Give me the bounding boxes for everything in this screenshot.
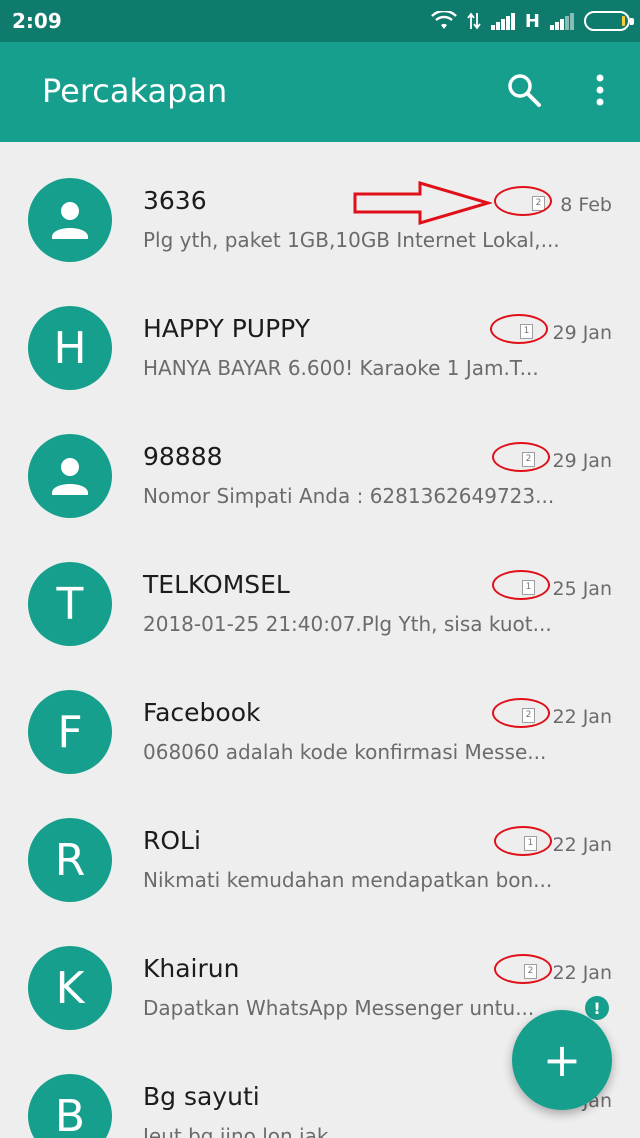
conversation-item[interactable]: H HAPPY PUPPY HANYA BAYAR 6.600! Karaoke… — [0, 270, 640, 398]
annotation-circle — [494, 954, 552, 984]
annotation-circle — [492, 442, 550, 472]
person-icon — [52, 458, 88, 495]
conversation-name: Facebook — [143, 698, 261, 727]
annotation-circle — [490, 314, 548, 344]
conversation-preview: Dapatkan WhatsApp Messenger untu... — [143, 996, 535, 1020]
conversation-preview: Nomor Simpati Anda : 6281362649723... — [143, 484, 555, 508]
conversation-name: HAPPY PUPPY — [143, 314, 310, 343]
conversation-date: 29 Jan — [552, 450, 612, 472]
conversation-preview: Plg yth, paket 1GB,10GB Internet Lokal,.… — [143, 228, 560, 252]
conversation-date: 22 Jan — [552, 962, 612, 984]
conversation-list[interactable]: 3636 Plg yth, paket 1GB,10GB Internet Lo… — [0, 142, 640, 1138]
status-time: 2:09 — [12, 9, 62, 33]
person-icon — [52, 202, 88, 239]
conversation-item[interactable]: 3636 Plg yth, paket 1GB,10GB Internet Lo… — [0, 142, 640, 270]
avatar: F — [28, 690, 112, 774]
conversation-date: 22 Jan — [552, 706, 612, 728]
data-transfer-icon — [467, 12, 481, 30]
signal-icon — [490, 13, 515, 30]
signal-icon — [550, 13, 574, 30]
avatar — [28, 434, 112, 518]
battery-icon — [584, 11, 634, 31]
conversation-date: 8 Feb — [560, 194, 612, 216]
conversation-name: Bg sayuti — [143, 1082, 260, 1111]
conversation-name: 3636 — [143, 186, 207, 215]
annotation-arrow-icon — [353, 180, 492, 226]
more-vert-icon[interactable] — [588, 72, 612, 108]
avatar — [28, 178, 112, 262]
conversation-name: ROLi — [143, 826, 201, 855]
network-type-label: H — [524, 10, 540, 32]
avatar: K — [28, 946, 112, 1030]
conversation-preview: 068060 adalah kode konfirmasi Messe... — [143, 740, 547, 764]
annotation-circle — [494, 186, 552, 216]
conversation-date: 22 Jan — [552, 834, 612, 856]
conversation-name: 98888 — [143, 442, 223, 471]
avatar: B — [28, 1074, 112, 1138]
conversation-item[interactable]: 98888 Nomor Simpati Anda : 6281362649723… — [0, 398, 640, 526]
unread-badge-icon: ! — [585, 996, 609, 1020]
page-title: Percakapan — [42, 72, 228, 110]
avatar: H — [28, 306, 112, 390]
app-bar: Percakapan — [0, 42, 640, 142]
conversation-name: TELKOMSEL — [143, 570, 290, 599]
avatar: T — [28, 562, 112, 646]
conversation-preview: 2018-01-25 21:40:07.Plg Yth, sisa kuot..… — [143, 612, 552, 636]
search-icon[interactable] — [506, 72, 542, 108]
conversation-date: 25 Jan — [552, 578, 612, 600]
conversation-name: Khairun — [143, 954, 240, 983]
annotation-circle — [492, 570, 550, 600]
status-bar: 2:09 H — [0, 0, 640, 42]
conversation-preview: Nikmati kemudahan mendapatkan bon... — [143, 868, 553, 892]
conversation-date: 29 Jan — [552, 322, 612, 344]
status-icons: H — [431, 10, 634, 32]
avatar: R — [28, 818, 112, 902]
conversation-item[interactable]: T TELKOMSEL 2018-01-25 21:40:07.Plg Yth,… — [0, 526, 640, 654]
conversation-preview: HANYA BAYAR 6.600! Karaoke 1 Jam.T... — [143, 356, 539, 380]
conversation-item[interactable]: R ROLi Nikmati kemudahan mendapatkan bon… — [0, 782, 640, 910]
conversation-item[interactable]: F Facebook 068060 adalah kode konfirmasi… — [0, 654, 640, 782]
annotation-circle — [492, 698, 550, 728]
wifi-icon — [431, 11, 457, 29]
new-message-button[interactable]: + — [512, 1010, 612, 1110]
annotation-circle — [494, 826, 552, 856]
conversation-preview: Jeut bg jino lon jak — [143, 1124, 329, 1138]
